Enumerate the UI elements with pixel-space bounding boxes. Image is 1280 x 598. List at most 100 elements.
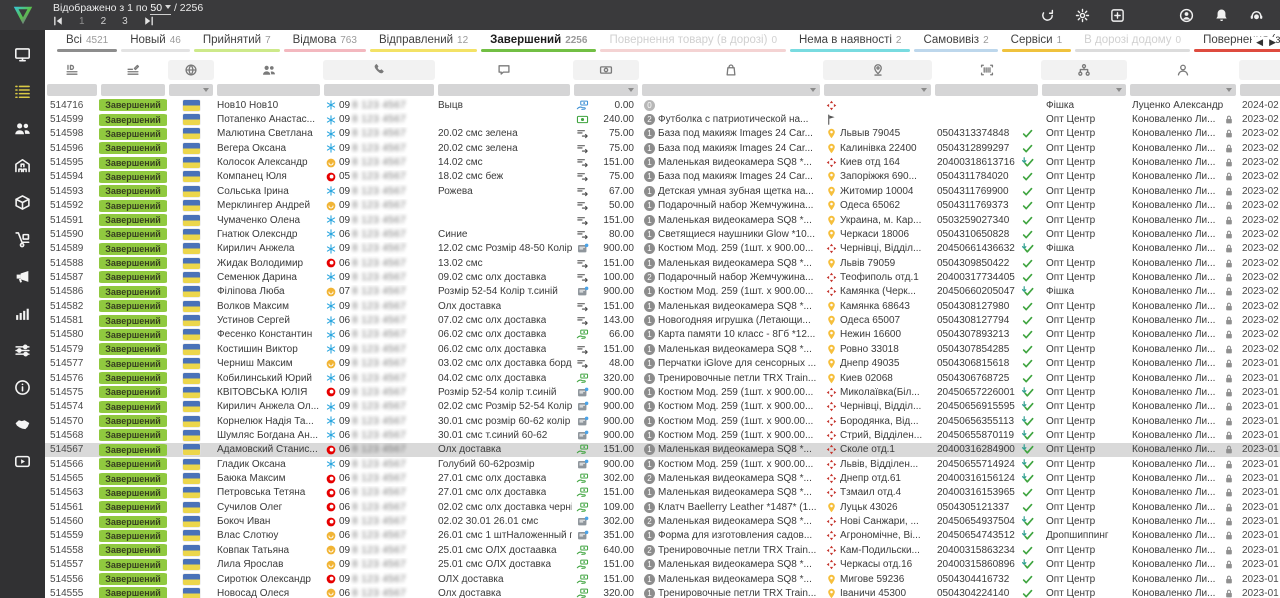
phone-prefix: 09 <box>339 301 350 312</box>
table-row[interactable]: 514596 Завершений Вегера Оксана 098 123 … <box>45 141 1280 155</box>
filter-input-status[interactable] <box>101 84 165 96</box>
filter-input-order-id[interactable] <box>47 84 97 96</box>
table-row[interactable]: 514581 Завершений Устинов Сергей 068 123… <box>45 313 1280 327</box>
table-row[interactable]: 514589 Завершений Кирилич Анжела 098 123… <box>45 242 1280 256</box>
tab-completed[interactable]: Завершений2256 <box>481 34 596 52</box>
tabs-scroll-left-icon[interactable]: ◀ <box>1256 37 1263 48</box>
filter-input-manager[interactable] <box>1130 84 1236 96</box>
tab-out-of-stock[interactable]: Нема в наявності2 <box>790 34 910 52</box>
sidebar-item-products[interactable] <box>0 184 45 221</box>
table-row[interactable]: 514555 Завершений Новосад Олеся 068 123 … <box>45 586 1280 598</box>
sidebar-item-partners[interactable] <box>0 406 45 443</box>
column-header-delivery[interactable] <box>823 60 932 80</box>
table-row[interactable]: 514599 Завершений Потапенко Анастас... 0… <box>45 112 1280 126</box>
column-header-status[interactable] <box>100 60 166 80</box>
table-row[interactable]: 514561 Завершений Сучилов Олег 068 123 4… <box>45 500 1280 514</box>
sidebar-item-warehouse[interactable] <box>0 147 45 184</box>
pagination-page-2[interactable]: 2 <box>101 16 107 27</box>
table-row[interactable]: 514556 Завершений Сиротюк Олександр 098 … <box>45 572 1280 586</box>
filter-input-payment[interactable] <box>574 84 638 96</box>
filter-input-country[interactable] <box>169 84 213 96</box>
column-header-products[interactable] <box>641 60 821 80</box>
table-row[interactable]: 514591 Завершений Чумаченко Олена 098 12… <box>45 213 1280 227</box>
filter-input-ttn[interactable] <box>935 84 1038 96</box>
sidebar-item-marketing[interactable] <box>0 258 45 295</box>
filter-input-source[interactable] <box>1042 84 1126 96</box>
table-row[interactable]: 514566 Завершений Гладик Оксана 098 123 … <box>45 457 1280 471</box>
sidebar-item-integrations[interactable] <box>0 332 45 369</box>
table-row[interactable]: 514575 Завершений КВІТОВСЬКА ЮЛІЯ 098 12… <box>45 385 1280 399</box>
add-window-icon[interactable] <box>1110 8 1125 23</box>
sidebar-item-tutorials[interactable] <box>0 443 45 480</box>
filter-input-phone[interactable] <box>324 84 434 96</box>
sidebar-item-info[interactable] <box>0 369 45 406</box>
table-row[interactable]: 514594 Завершений Компанец Юля 058 123 4… <box>45 170 1280 184</box>
table-row[interactable]: 514568 Завершений Шумляс Богдана Ан... 0… <box>45 428 1280 442</box>
table-row[interactable]: 514716 Завершений Нов10 Нов10 098 123 45… <box>45 98 1280 112</box>
tab-all[interactable]: Всі4521 <box>57 34 117 52</box>
column-header-order-id[interactable] <box>46 60 98 80</box>
pagination-first-button[interactable] <box>53 13 63 31</box>
table-row[interactable]: 514588 Завершений Жидак Володимир 068 12… <box>45 256 1280 270</box>
column-header-date[interactable] <box>1239 60 1280 80</box>
table-row[interactable]: 514587 Завершений Семенюк Дарина 098 123… <box>45 270 1280 284</box>
table-row[interactable]: 514576 Завершений Кобилинський Юрий 068 … <box>45 371 1280 385</box>
table-row[interactable]: 514593 Завершений Сольська Ірина 098 123… <box>45 184 1280 198</box>
table-row[interactable]: 514586 Завершений Філіпова Люба 078 123 … <box>45 285 1280 299</box>
tab-accepted[interactable]: Прийнятий7 <box>194 34 280 52</box>
filter-input-delivery[interactable] <box>824 84 931 96</box>
table-row[interactable]: 514570 Завершений Корнелюк Надія Та... 0… <box>45 414 1280 428</box>
column-header-payment[interactable] <box>573 60 639 80</box>
filter-input-comment[interactable] <box>438 84 570 96</box>
pagination-page-3[interactable]: 3 <box>122 16 128 27</box>
app-logo[interactable] <box>0 0 45 30</box>
column-header-source[interactable] <box>1041 60 1127 80</box>
table-row[interactable]: 514558 Завершений Ковпак Татьяна 098 123… <box>45 543 1280 557</box>
table-row[interactable]: 514592 Завершений Мерклингер Андрей 098 … <box>45 199 1280 213</box>
support-icon[interactable] <box>1249 8 1264 23</box>
tab-new[interactable]: Новый46 <box>121 34 190 52</box>
tab-return-transit[interactable]: Повернення товару (в дорозі)0 <box>600 34 786 52</box>
column-header-country[interactable] <box>168 60 214 80</box>
column-header-comment[interactable] <box>437 60 571 80</box>
table-row[interactable]: 514582 Завершений Волков Максим 098 123 … <box>45 299 1280 313</box>
table-row[interactable]: 514559 Завершений Влас Слотюу 068 123 45… <box>45 529 1280 543</box>
gear-icon[interactable] <box>1075 8 1090 23</box>
tab-pickup[interactable]: Самовивіз2 <box>914 34 997 52</box>
sidebar-item-dashboard[interactable] <box>0 36 45 73</box>
table-row[interactable]: 514560 Завершений Бокоч Иван 098 123 456… <box>45 514 1280 528</box>
table-row[interactable]: 514557 Завершений Лила Ярослав 098 123 4… <box>45 558 1280 572</box>
bell-icon[interactable] <box>1214 8 1229 23</box>
tab-declined[interactable]: Відмова763 <box>284 34 366 52</box>
tab-sent[interactable]: Відправлений12 <box>370 34 477 52</box>
column-header-customer[interactable] <box>216 60 321 80</box>
tabs-scroll-right-icon[interactable]: ▶ <box>1269 37 1276 48</box>
table-row[interactable]: 514577 Завершений Черниш Максим 098 123 … <box>45 356 1280 370</box>
table-row[interactable]: 514567 Завершений Адамовский Станис... 0… <box>45 443 1280 457</box>
filter-input-customer[interactable] <box>217 84 320 96</box>
pagination-last-button[interactable] <box>144 13 154 31</box>
column-header-ttn[interactable] <box>934 60 1039 80</box>
table-row[interactable]: 514574 Завершений Кирилич Анжела Ол... 0… <box>45 400 1280 414</box>
table-row[interactable]: 514590 Завершений Гнатюк Олексндр 068 12… <box>45 227 1280 241</box>
sidebar-item-shipping[interactable] <box>0 221 45 258</box>
tab-on-way-home[interactable]: В дорозі додому0 <box>1075 34 1190 52</box>
table-row[interactable]: 514563 Завершений Петровська Тетяна 068 … <box>45 486 1280 500</box>
table-row[interactable]: 514565 Завершений Баюка Максим 068 123 4… <box>45 471 1280 485</box>
table-row[interactable]: 514580 Завершений Фесенко Константин 068… <box>45 328 1280 342</box>
filter-input-date[interactable] <box>1240 84 1280 96</box>
table-row[interactable]: 514579 Завершений Костишин Виктор 098 12… <box>45 342 1280 356</box>
table-row[interactable]: 514595 Завершений Колосок Александр 098 … <box>45 155 1280 169</box>
pagination-page-1[interactable]: 1 <box>79 16 85 27</box>
sidebar-item-clients[interactable] <box>0 110 45 147</box>
sidebar-item-orders[interactable] <box>0 73 45 110</box>
tab-services[interactable]: Сервіси1 <box>1002 34 1072 52</box>
filter-input-products[interactable] <box>642 84 820 96</box>
refresh-icon[interactable] <box>1040 8 1055 23</box>
account-icon[interactable] <box>1179 8 1194 23</box>
column-header-manager[interactable] <box>1129 60 1237 80</box>
manager-name: Коноваленко Ли... <box>1132 358 1224 369</box>
sidebar-item-statistics[interactable] <box>0 295 45 332</box>
column-header-phone[interactable] <box>323 60 435 80</box>
table-row[interactable]: 514598 Завершений Малютина Светлана 098 … <box>45 127 1280 141</box>
